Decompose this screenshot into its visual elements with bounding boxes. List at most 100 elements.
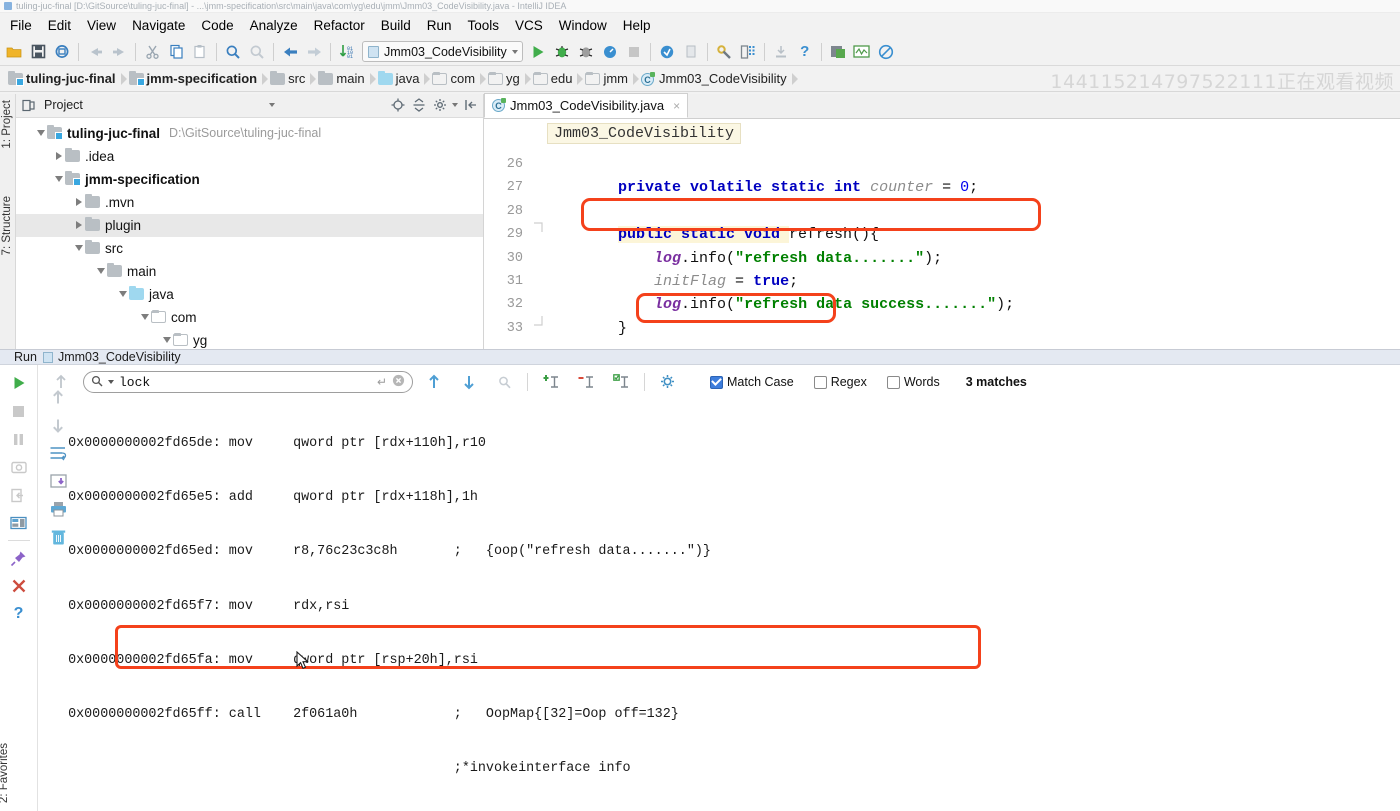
tree-row-jmm-specification[interactable]: jmm-specification — [16, 168, 483, 191]
toggle-selection-icon[interactable] — [607, 368, 635, 396]
breadcrumb-item-java[interactable]: java — [370, 66, 431, 92]
profile-icon[interactable] — [598, 40, 622, 64]
undo-icon[interactable] — [83, 40, 107, 64]
hide-icon[interactable] — [462, 97, 479, 114]
sync-icon[interactable] — [50, 40, 74, 64]
close-icon[interactable]: × — [673, 99, 680, 113]
run-configuration-selector[interactable]: Jmm03_CodeVisibility — [362, 41, 523, 62]
find-next-icon[interactable] — [455, 368, 483, 396]
cut-icon[interactable] — [140, 40, 164, 64]
back-icon[interactable] — [278, 40, 302, 64]
twisty-closed-icon[interactable] — [72, 221, 85, 230]
find-usages-icon[interactable] — [245, 40, 269, 64]
menu-file[interactable]: File — [2, 15, 40, 36]
tree-row-mvn[interactable]: .mvn — [16, 191, 483, 214]
commit-icon[interactable] — [679, 40, 703, 64]
push-icon[interactable] — [769, 40, 793, 64]
twisty-open-icon[interactable] — [116, 291, 129, 298]
filter-settings-icon[interactable] — [654, 368, 682, 396]
twisty-open-icon[interactable] — [138, 314, 151, 321]
tree-row-main[interactable]: main — [16, 260, 483, 283]
code-text[interactable]: private volatile static int counter = 0;… — [546, 119, 1400, 349]
menu-build[interactable]: Build — [373, 15, 419, 36]
breadcrumb-item-src[interactable]: src — [262, 66, 317, 92]
clear-icon[interactable] — [392, 374, 405, 390]
match-case-checkbox[interactable]: Match Case — [710, 375, 794, 389]
menu-code[interactable]: Code — [193, 15, 241, 36]
open-folder-icon[interactable] — [2, 40, 26, 64]
twisty-open-icon[interactable] — [52, 176, 65, 183]
twisty-open-icon[interactable] — [72, 245, 85, 252]
tree-row-yg[interactable]: yg — [16, 329, 483, 349]
gear-icon[interactable] — [431, 97, 448, 114]
breadcrumb-item-com[interactable]: com — [424, 66, 487, 92]
sidebar-item-structure[interactable]: 7: Structure — [0, 192, 15, 259]
find-previous-icon[interactable] — [420, 368, 448, 396]
tree-row-src[interactable]: src — [16, 237, 483, 260]
menu-vcs[interactable]: VCS — [507, 15, 551, 36]
breadcrumb-item-edu[interactable]: edu — [525, 66, 584, 92]
remove-selection-icon[interactable] — [572, 368, 600, 396]
twisty-closed-icon[interactable] — [52, 152, 65, 161]
tree-row-tuling-juc-final[interactable]: tuling-juc-final D:\GitSource\tuling-juc… — [16, 122, 483, 145]
breadcrumb-item-jmm-specification[interactable]: jmm-specification — [121, 66, 269, 92]
redo-icon[interactable] — [107, 40, 131, 64]
add-selection-icon[interactable] — [537, 368, 565, 396]
tree-row-java[interactable]: java — [16, 283, 483, 306]
menu-run[interactable]: Run — [419, 15, 460, 36]
coverage-icon[interactable] — [574, 40, 598, 64]
editor-tab-jmm03[interactable]: C Jmm03_CodeVisibility.java × — [484, 93, 689, 118]
breadcrumb-item-yg[interactable]: yg — [480, 66, 531, 92]
menu-refactor[interactable]: Refactor — [306, 15, 373, 36]
monitor-icon[interactable] — [850, 40, 874, 64]
tree-row-idea[interactable]: .idea — [16, 145, 483, 168]
collapse-all-icon[interactable] — [410, 97, 427, 114]
breadcrumb-item-jmm[interactable]: jmm — [577, 66, 640, 92]
settings-icon[interactable] — [712, 40, 736, 64]
breadcrumb-item-main[interactable]: main — [310, 66, 376, 92]
help-icon[interactable]: ? — [793, 40, 817, 64]
update-project-icon[interactable] — [655, 40, 679, 64]
search-history-caret-icon[interactable] — [108, 380, 114, 384]
code-editor[interactable]: 26 27 28 29 30 31 32 33 private volatile… — [484, 119, 1400, 349]
locate-icon[interactable] — [389, 97, 406, 114]
menu-edit[interactable]: Edit — [40, 15, 79, 36]
select-all-occurrences-icon[interactable] — [490, 368, 518, 396]
forward-icon[interactable] — [302, 40, 326, 64]
twisty-closed-icon[interactable] — [72, 198, 85, 207]
stop-icon[interactable] — [622, 40, 646, 64]
breadcrumb-item-class[interactable]: C Jmm03_CodeVisibility — [633, 66, 798, 92]
paste-icon[interactable] — [188, 40, 212, 64]
run-icon[interactable] — [526, 40, 550, 64]
menu-window[interactable]: Window — [551, 15, 615, 36]
twisty-open-icon[interactable] — [34, 130, 47, 137]
save-all-icon[interactable] — [26, 40, 50, 64]
sticky-class-breadcrumb[interactable]: Jmm03_CodeVisibility — [547, 123, 742, 144]
run-tab-jmm03[interactable]: Jmm03_CodeVisibility — [42, 350, 181, 364]
menu-tools[interactable]: Tools — [460, 15, 508, 36]
search-input[interactable]: lock ↵ — [83, 371, 413, 393]
chevron-down-icon[interactable] — [269, 103, 275, 108]
menu-view[interactable]: View — [79, 15, 124, 36]
debug-icon[interactable] — [550, 40, 574, 64]
tree-row-plugin[interactable]: plugin — [16, 213, 483, 237]
sidebar-item-project[interactable]: 1: Project — [0, 96, 15, 153]
sort-icon[interactable]: 01 10 01 — [335, 40, 359, 64]
sidebar-item-favorites[interactable]: 2: Favorites — [0, 743, 10, 803]
copy-icon[interactable] — [164, 40, 188, 64]
project-structure-icon[interactable] — [736, 40, 760, 64]
twisty-open-icon[interactable] — [160, 337, 173, 344]
menu-analyze[interactable]: Analyze — [242, 15, 306, 36]
console-output[interactable]: 0x0000000002fd65de: mov qword ptr [rdx+1… — [38, 399, 1400, 811]
tree-row-com[interactable]: com — [16, 306, 483, 329]
twisty-open-icon[interactable] — [94, 268, 107, 275]
mute-breakpoints-icon[interactable] — [874, 40, 898, 64]
code-folding-column[interactable] — [530, 119, 546, 349]
regex-checkbox[interactable]: Regex — [813, 375, 867, 389]
find-icon[interactable] — [221, 40, 245, 64]
chevron-down-icon-2[interactable] — [452, 103, 458, 108]
menu-help[interactable]: Help — [615, 15, 659, 36]
words-checkbox[interactable]: Words — [886, 375, 940, 389]
save-icon[interactable] — [826, 40, 850, 64]
breadcrumb-item-tuling-juc-final[interactable]: tuling-juc-final — [0, 66, 127, 92]
